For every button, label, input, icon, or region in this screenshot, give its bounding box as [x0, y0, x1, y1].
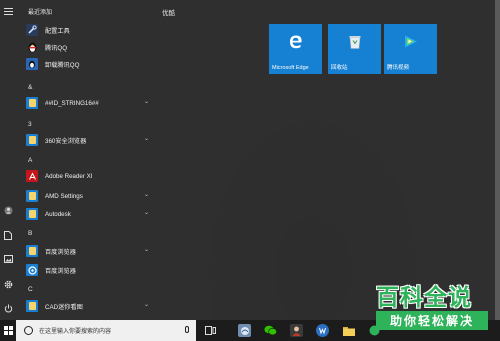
tile-label: 腾讯视频 — [387, 65, 410, 71]
user-photo-app-icon[interactable] — [290, 324, 303, 337]
qq-uninstall-icon — [26, 58, 38, 70]
task-view-icon[interactable] — [204, 324, 217, 337]
app-item-amd-settings[interactable]: AMD Settings ⌄ — [26, 188, 154, 204]
app-label: CAD迷你看图 — [45, 303, 83, 311]
tile-microsoft-edge[interactable]: Microsoft Edge — [269, 24, 322, 74]
group-letter-ampersand[interactable]: & — [28, 84, 32, 91]
group-letter-a[interactable]: A — [28, 157, 32, 164]
app-item-config-tool[interactable]: 配置工具 — [26, 22, 154, 38]
windows-logo-icon — [3, 326, 13, 335]
folder-icon — [26, 208, 38, 220]
app-list[interactable]: 最近添加 配置工具 腾讯QQ 卸载腾讯QQ & ##ID_STRING16## … — [20, 0, 155, 320]
app-item-adobe-reader[interactable]: Adobe Reader XI — [26, 168, 154, 184]
app-label: 配置工具 — [45, 27, 70, 35]
app-label: Adobe Reader XI — [45, 172, 93, 180]
folder-icon — [26, 190, 38, 202]
settings-gear-icon[interactable] — [3, 279, 13, 289]
taskbar-search-box[interactable]: 在这里输入你要搜索的内容 — [16, 320, 196, 341]
cortana-circle-icon[interactable] — [24, 326, 33, 335]
chevron-down-icon[interactable]: ⌄ — [144, 210, 150, 216]
desktop-edge — [495, 0, 500, 320]
user-avatar-icon[interactable] — [3, 205, 13, 215]
folder-icon — [26, 245, 38, 257]
hamburger-menu-icon[interactable] — [3, 6, 13, 16]
tiles-group-title: 优酷 — [162, 10, 175, 17]
chevron-down-icon[interactable]: ⌄ — [144, 99, 150, 105]
tile-label: Microsoft Edge — [272, 65, 309, 71]
file-explorer-icon[interactable] — [342, 324, 355, 337]
tile-tencent-video[interactable]: 腾讯视频 — [384, 24, 437, 74]
app-label: 百度浏览器 — [45, 267, 76, 275]
start-button[interactable] — [0, 320, 16, 341]
app-label: 卸载腾讯QQ — [45, 61, 80, 69]
app-item-baidu-browser-folder[interactable]: 百度浏览器 ⌄ — [26, 243, 154, 259]
app-item-qq[interactable]: 腾讯QQ — [26, 39, 154, 55]
adobe-reader-icon — [26, 170, 38, 182]
start-left-rail — [0, 0, 16, 320]
app-label: Autodesk — [45, 210, 71, 218]
tencent-video-icon — [403, 35, 419, 54]
watermark-logo: 百科全说 助你轻松解决 — [368, 276, 488, 336]
baidu-browser-icon — [26, 264, 38, 276]
folder-icon — [26, 134, 38, 146]
start-menu: 最近添加 配置工具 腾讯QQ 卸载腾讯QQ & ##ID_STRING16## … — [0, 0, 495, 320]
watermark-title: 百科全说 — [376, 285, 472, 311]
group-letter-c[interactable]: C — [28, 286, 33, 293]
microphone-icon[interactable] — [185, 326, 189, 333]
chevron-down-icon[interactable]: ⌄ — [144, 192, 150, 198]
app-label: 腾讯QQ — [45, 44, 68, 52]
browser-app-icon[interactable] — [238, 324, 251, 337]
app-item-autodesk[interactable]: Autodesk ⌄ — [26, 206, 154, 222]
documents-icon[interactable] — [3, 230, 13, 240]
app-item-uninstall-qq[interactable]: 卸载腾讯QQ — [26, 56, 154, 72]
folder-icon — [26, 300, 38, 312]
watermark-subtitle: 助你轻松解决 — [376, 311, 488, 330]
recycle-bin-icon — [348, 34, 362, 55]
group-letter-b[interactable]: B — [28, 230, 32, 237]
app-item-baidu-browser[interactable]: 百度浏览器 — [26, 262, 154, 278]
edge-icon — [288, 34, 304, 55]
app-label: 百度浏览器 — [45, 248, 76, 256]
tile-label: 回收站 — [331, 65, 348, 71]
recently-added-heading: 最近添加 — [28, 10, 53, 16]
chevron-down-icon[interactable]: ⌄ — [144, 136, 150, 142]
app-label: AMD Settings — [45, 192, 83, 200]
app-item-360-browser[interactable]: 360安全浏览器 ⌄ — [26, 132, 154, 148]
chevron-down-icon[interactable]: ⌄ — [144, 302, 150, 308]
app-item-id-string16[interactable]: ##ID_STRING16## ⌄ — [26, 95, 154, 111]
folder-icon — [26, 97, 38, 109]
tool-icon — [26, 24, 38, 36]
power-icon[interactable] — [3, 303, 13, 313]
search-placeholder: 在这里输入你要搜索的内容 — [39, 329, 112, 335]
app-label: ##ID_STRING16## — [45, 99, 99, 107]
chevron-down-icon[interactable]: ⌄ — [144, 247, 150, 253]
wechat-icon[interactable] — [264, 324, 277, 337]
tile-recycle-bin[interactable]: 回收站 — [328, 24, 381, 74]
qq-penguin-icon — [26, 41, 38, 53]
blue-circle-app-icon[interactable] — [316, 324, 329, 337]
pictures-icon[interactable] — [3, 254, 13, 264]
group-letter-3[interactable]: 3 — [28, 121, 32, 128]
app-label: 360安全浏览器 — [45, 137, 87, 145]
app-item-cad-viewer[interactable]: CAD迷你看图 ⌄ — [26, 298, 154, 314]
